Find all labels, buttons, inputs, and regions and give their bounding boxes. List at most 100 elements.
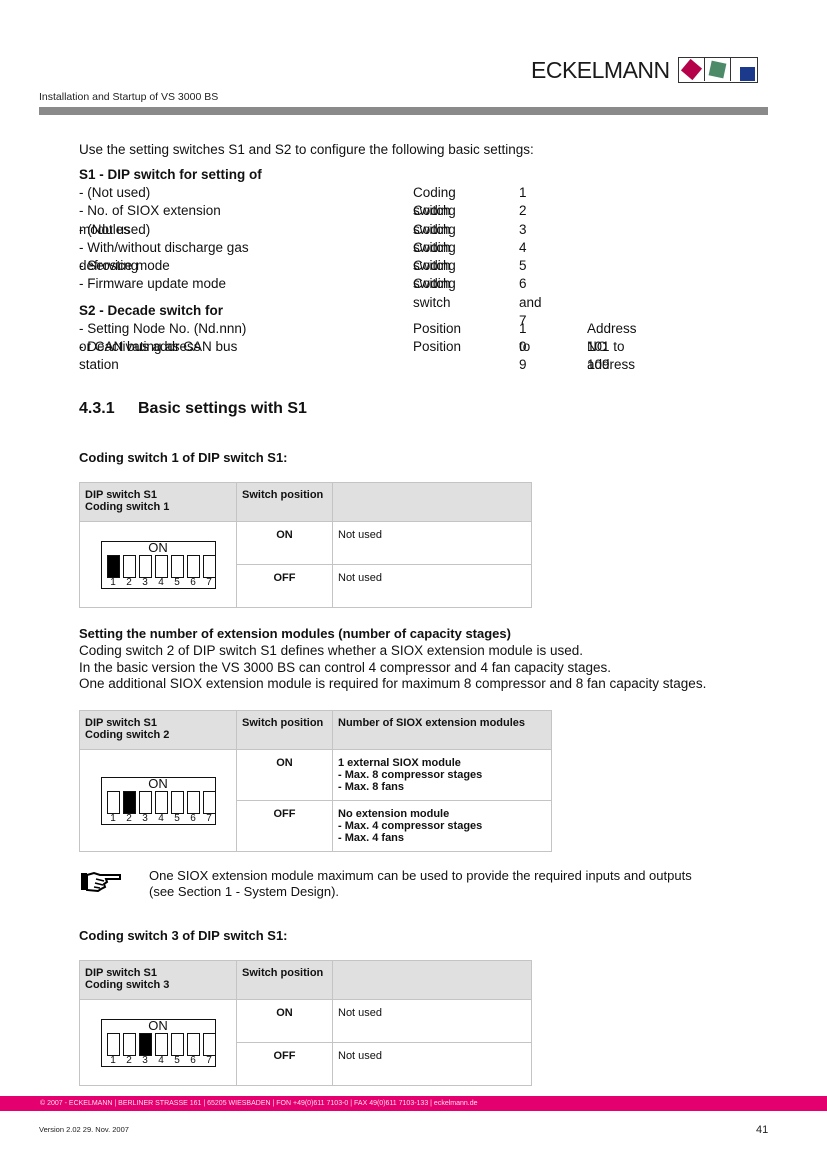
paragraph-line: In the basic version the VS 3000 BS can … <box>79 659 612 675</box>
setting-label: - (Not used) <box>79 221 151 237</box>
setting-extra: NO address <box>587 339 636 373</box>
s1-setting-row: - No. of SIOX extension modules Coding sw… <box>79 202 527 236</box>
description-line: 1 external SIOX module <box>338 757 461 769</box>
switch-position-cell: OFF <box>236 800 333 852</box>
table-header-row: DIP switch S1 Coding switch 1 Switch posit… <box>79 482 532 522</box>
table-header-row: DIP switch S1 Coding switch 3 Switch posit… <box>79 960 532 1000</box>
dip-key-number: 2 <box>126 1054 132 1066</box>
description-line: - Max. 4 compressor stages <box>338 820 483 832</box>
dip-key-off <box>122 1032 136 1056</box>
description-cell: No extension module - Max. 4 compressor s… <box>332 800 552 852</box>
header-dip-switch: DIP switch S1 Coding switch 2 <box>79 710 237 750</box>
paragraph-line: Coding switch 2 of DIP switch S1 defines… <box>79 643 584 658</box>
header-line: DIP switch S1 <box>85 717 157 729</box>
dip-key-off <box>138 790 152 814</box>
eckelmann-logo: ECKELMANN <box>531 57 758 83</box>
coding-switch-3-table: DIP switch S1 Coding switch 3 Switch posit… <box>79 960 532 1086</box>
setting-label: - (Not used) <box>79 185 151 200</box>
header-dip-switch: DIP switch S1 Coding switch 1 <box>79 482 237 522</box>
dip-key-off <box>170 554 184 578</box>
coding-switch-1-table: DIP switch S1 Coding switch 1 Switch posit… <box>79 482 532 608</box>
s1-setting-row: - Service mode Coding switch 5 <box>79 257 527 291</box>
dip-switch-diagram: ON 1 2 3 4 5 6 7 <box>100 1017 216 1067</box>
s2-setting-row: - Setting Node No. (Nd.nnn) or CAN bus a… <box>79 320 637 373</box>
header-switch-position: Switch position <box>236 482 333 522</box>
dip-key-off <box>154 790 168 814</box>
dip-key-number: 3 <box>142 1054 148 1066</box>
dip-key-off <box>170 1032 184 1056</box>
dip-key-number: 1 <box>110 1054 116 1066</box>
description-cell: Not used <box>332 999 532 1043</box>
coding-switch-3-heading: Coding switch 3 of DIP switch S1: <box>79 928 288 943</box>
header-description <box>332 482 532 522</box>
dip-key-on <box>122 790 136 814</box>
dip-key-on <box>106 554 120 578</box>
note-line: (see Section 1 - System Design). <box>149 884 340 899</box>
coding-switch-1-heading: Coding switch 1 of DIP switch S1: <box>79 450 288 465</box>
dip-key-off <box>170 790 184 814</box>
dip-key-number: 6 <box>190 1054 196 1066</box>
dip-key-number: 2 <box>126 576 132 588</box>
header-line: DIP switch S1 <box>85 967 157 979</box>
header-switch-position: Switch position <box>236 710 333 750</box>
dip-key-off <box>186 790 200 814</box>
description-line: - Max. 4 fans <box>338 832 405 844</box>
dip-key-number: 6 <box>190 576 196 588</box>
dip-key-number: 5 <box>174 1054 180 1066</box>
pointing-hand-icon <box>81 871 121 892</box>
dip-key-off <box>122 554 136 578</box>
dip-key-off <box>154 554 168 578</box>
s1-setting-row: - (Not used) Coding switch 3 <box>79 221 527 255</box>
s1-setting-row: - With/without discharge gas defrosting C… <box>79 239 527 273</box>
dip-key-number: 3 <box>142 812 148 824</box>
header-description: Number of SIOX extension modules <box>332 710 552 750</box>
dip-on-label: ON <box>148 775 168 791</box>
setting-label: - Deactivating as CAN bus station <box>79 339 238 373</box>
dip-key-number: 7 <box>206 1054 212 1066</box>
description-cell: 1 external SIOX module - Max. 8 compresso… <box>332 749 552 801</box>
dip-on-label: ON <box>148 539 168 555</box>
brand-name: ECKELMANN <box>531 57 670 83</box>
setting-kind: Coding switch <box>413 276 456 310</box>
table-row: ON 1 2 3 4 5 6 7 ON Not used <box>79 999 532 1086</box>
setting-kind: Position <box>413 320 462 336</box>
setting-value: 1 <box>519 185 527 200</box>
setting-value: 2 <box>519 203 527 219</box>
table-row: ON 1 2 3 4 5 6 7 ON 1 external SIOX module - Max. … <box>79 749 552 852</box>
dip-key-on <box>138 1032 152 1056</box>
section-number: 4.3.1 <box>79 400 115 417</box>
header-divider <box>39 107 768 115</box>
dip-key-off <box>106 1032 120 1056</box>
switch-position-cell: ON <box>236 521 333 565</box>
setting-label: - Firmware update mode <box>79 276 227 292</box>
table-row: ON 1 2 3 4 5 6 7 ON Not used <box>79 521 532 608</box>
switch-position-cell: OFF <box>236 564 333 608</box>
dip-key-number: 4 <box>158 576 164 588</box>
description-line: No extension module <box>338 808 450 820</box>
extension-modules-heading: Setting the number of extension modules … <box>79 626 511 641</box>
document-title: Installation and Startup of VS 3000 BS <box>39 91 219 103</box>
header-description <box>332 960 532 1000</box>
setting-value: 0 <box>519 339 527 355</box>
setting-label: - Service mode <box>79 258 170 274</box>
dip-switch-diagram: ON 1 2 3 4 5 6 7 <box>100 775 216 825</box>
logo-box-blue <box>731 58 757 81</box>
footer-contact-bar: © 2007 - ECKELMANN | BERLINER STRASSE 16… <box>0 1096 827 1111</box>
header-dip-switch: DIP switch S1 Coding switch 3 <box>79 960 237 1000</box>
intro-text: Use the setting switches S1 and S2 to co… <box>79 142 534 157</box>
dip-key-number: 2 <box>126 812 132 824</box>
dip-on-label: ON <box>148 1017 168 1033</box>
section-title: Basic settings with S1 <box>138 400 307 417</box>
dip-key-off <box>186 1032 200 1056</box>
switch-position-cell: ON <box>236 749 333 801</box>
dip-switch-cell: ON 1 2 3 4 5 6 7 <box>79 999 237 1086</box>
description-cell: Not used <box>332 521 532 565</box>
note-line: One SIOX extension module maximum can be… <box>149 868 692 883</box>
extension-modules-paragraph: Coding switch 2 of DIP switch S1 defines… <box>79 643 706 693</box>
dip-key-off <box>202 1032 216 1056</box>
setting-value: 4 <box>519 239 527 255</box>
description-line: Not used <box>338 572 383 584</box>
switch-position-cell: OFF <box>236 1042 333 1086</box>
s1-setting-row: - Firmware update mode Coding switch 6 and… <box>79 275 542 328</box>
description-line: Not used <box>338 1050 383 1062</box>
